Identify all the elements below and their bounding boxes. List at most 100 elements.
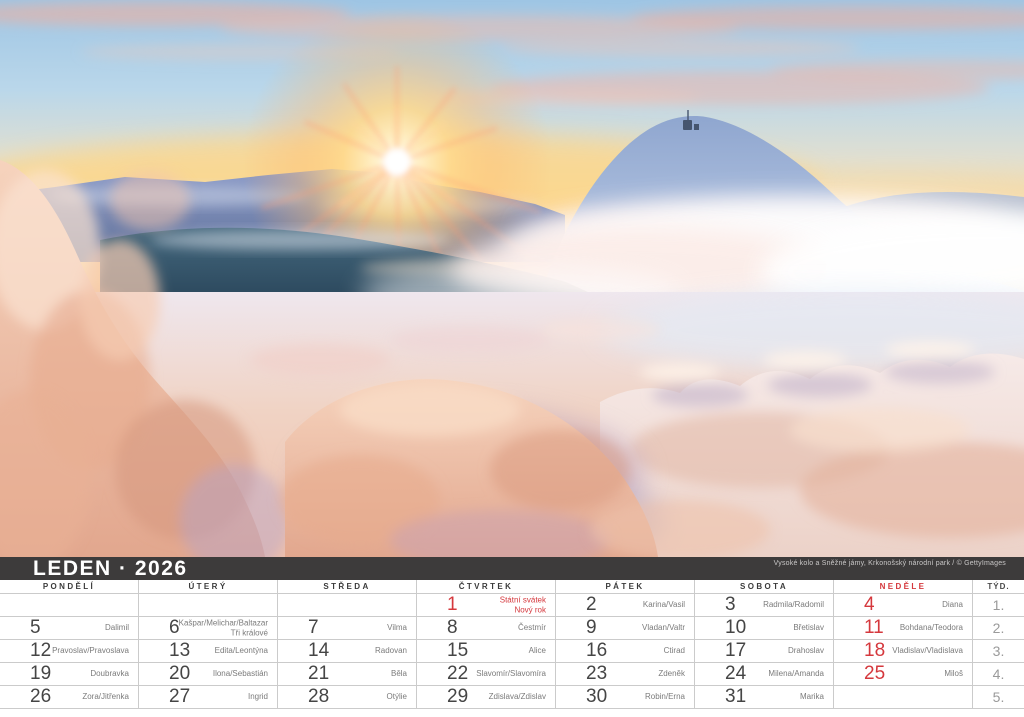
day-cell: 8 Čestmír bbox=[417, 617, 556, 639]
day-cell: 25 Miloš bbox=[834, 663, 973, 685]
day-number: 1 bbox=[447, 594, 458, 616]
name-day-label: Robin/Erna bbox=[645, 692, 685, 702]
day-header-wednesday: STŘEDA bbox=[278, 580, 417, 593]
day-cell: 16Ctirad bbox=[556, 640, 695, 662]
day-number: 13 bbox=[169, 640, 190, 662]
week-row: 26 Zora/Jitřenka 27 Ingrid 28 Otýlie 29 Zdislav… bbox=[0, 686, 1024, 709]
day-number: 27 bbox=[169, 686, 190, 708]
holiday-label: Státní svátekNový rok bbox=[500, 595, 546, 614]
week-number: 5. bbox=[973, 686, 1024, 708]
name-day-label: Doubravka bbox=[90, 669, 129, 679]
name-day-label: Kašpar/Melichar/BaltazarTři králové bbox=[179, 618, 268, 637]
day-cell: 2Karina/Vasil bbox=[556, 594, 695, 616]
day-cell: 1 Státní svátekNový rok bbox=[417, 594, 556, 616]
day-number: 20 bbox=[169, 663, 190, 685]
day-cell: 5Dalimil bbox=[0, 617, 139, 639]
name-day-label: Břetislav bbox=[793, 623, 824, 633]
day-number: 22 bbox=[447, 663, 468, 685]
week-number: 1. bbox=[973, 594, 1024, 616]
day-cell: 4Diana bbox=[834, 594, 973, 616]
day-cell: 9 Vladan/Valtr bbox=[556, 617, 695, 639]
day-cell: 18 Vladislav/Vladislava bbox=[834, 640, 973, 662]
name-day-label: Zdislava/Zdislav bbox=[489, 692, 546, 702]
week-column-header: TÝD. bbox=[973, 580, 1024, 593]
name-day-label: Edita/Leontýna bbox=[215, 646, 268, 656]
calendar-header-row: PONDĚLÍ ÚTERÝ STŘEDA ČTVRTEK PÁTEK SOBOT… bbox=[0, 580, 1024, 594]
day-number: 23 bbox=[586, 663, 607, 685]
week-row: 5Dalimil6Kašpar/Melichar/BaltazarTři krá… bbox=[0, 617, 1024, 640]
week-number: 3. bbox=[973, 640, 1024, 662]
name-day-label: Vladan/Valtr bbox=[642, 623, 685, 633]
photo-credit-label: Vysoké kolo a Sněžné jámy, Krkonošský ná… bbox=[774, 560, 1006, 567]
name-day-label: Milena/Amanda bbox=[768, 669, 824, 679]
day-cell: 13 Edita/Leontýna bbox=[139, 640, 278, 662]
day-cell: 28 Otýlie bbox=[278, 686, 417, 708]
name-day-label: Slavomír/Slavomíra bbox=[476, 669, 546, 679]
title-bar: LEDEN · 2026 Vysoké kolo a Sněžné jámy, … bbox=[0, 557, 1024, 580]
day-cell bbox=[834, 686, 973, 708]
day-cell: 30 Robin/Erna bbox=[556, 686, 695, 708]
week-number: 4. bbox=[973, 663, 1024, 685]
day-header-sunday: NEDĚLE bbox=[834, 580, 973, 593]
winter-landscape-image bbox=[0, 0, 1024, 557]
day-number: 24 bbox=[725, 663, 746, 685]
day-cell: 21 Běla bbox=[278, 663, 417, 685]
name-day-label: Diana bbox=[942, 600, 963, 610]
day-number: 12 bbox=[30, 640, 51, 662]
name-day-label: Karina/Vasil bbox=[643, 600, 685, 610]
day-number: 17 bbox=[725, 640, 746, 662]
day-number: 7 bbox=[308, 617, 319, 639]
calendar-grid: PONDĚLÍ ÚTERÝ STŘEDA ČTVRTEK PÁTEK SOBOT… bbox=[0, 580, 1024, 709]
day-number: 26 bbox=[30, 686, 51, 708]
landscape-photo bbox=[0, 0, 1024, 557]
day-cell: 19Doubravka bbox=[0, 663, 139, 685]
day-cell: 23 Zdeněk bbox=[556, 663, 695, 685]
name-day-label: Ingrid bbox=[248, 692, 268, 702]
day-cell: 24 Milena/Amanda bbox=[695, 663, 834, 685]
day-number: 25 bbox=[864, 663, 885, 685]
day-number: 8 bbox=[447, 617, 458, 639]
day-cell: 29 Zdislava/Zdislav bbox=[417, 686, 556, 708]
day-number: 16 bbox=[586, 640, 607, 662]
day-number: 3 bbox=[725, 594, 736, 616]
day-cell: 15Alice bbox=[417, 640, 556, 662]
name-day-label: Čestmír bbox=[518, 623, 546, 633]
day-header-friday: PÁTEK bbox=[556, 580, 695, 593]
calendar-body: 1 Státní svátekNový rok 2Karina/Vasil3Radm… bbox=[0, 594, 1024, 709]
week-row: 12Pravoslav/Pravoslava13Edita/Leontýna14… bbox=[0, 640, 1024, 663]
day-header-saturday: SOBOTA bbox=[695, 580, 834, 593]
name-day-label: Vladislav/Vladislava bbox=[892, 646, 963, 656]
day-cell: 6Kašpar/Melichar/BaltazarTři králové bbox=[139, 617, 278, 639]
name-day-label: Zora/Jitřenka bbox=[82, 692, 129, 702]
day-cell bbox=[139, 594, 278, 616]
day-number: 21 bbox=[308, 663, 329, 685]
day-number: 15 bbox=[447, 640, 468, 662]
week-row: 1 Státní svátekNový rok 2Karina/Vasil3Radm… bbox=[0, 594, 1024, 617]
day-number: 9 bbox=[586, 617, 597, 639]
name-day-label: Dalimil bbox=[105, 623, 129, 633]
day-cell: 31Marika bbox=[695, 686, 834, 708]
day-number: 10 bbox=[725, 617, 746, 639]
name-day-label: Ilona/Sebastián bbox=[213, 669, 268, 679]
name-day-label: Běla bbox=[391, 669, 407, 679]
day-cell: 3Radmila/Radomil bbox=[695, 594, 834, 616]
day-cell: 27 Ingrid bbox=[139, 686, 278, 708]
day-number: 11 bbox=[864, 617, 884, 639]
name-day-label: Drahoslav bbox=[788, 646, 824, 656]
day-number: 30 bbox=[586, 686, 607, 708]
name-day-label: Miloš bbox=[944, 669, 963, 679]
day-number: 28 bbox=[308, 686, 329, 708]
calendar-page: LEDEN · 2026 Vysoké kolo a Sněžné jámy, … bbox=[0, 0, 1024, 717]
name-day-label: Otýlie bbox=[387, 692, 407, 702]
day-number: 29 bbox=[447, 686, 468, 708]
name-day-label: Zdeněk bbox=[658, 669, 685, 679]
day-number: 14 bbox=[308, 640, 329, 662]
name-day-label: Marika bbox=[800, 692, 824, 702]
day-header-thursday: ČTVRTEK bbox=[417, 580, 556, 593]
name-day-label: Vilma bbox=[387, 623, 407, 633]
day-cell: 10 Břetislav bbox=[695, 617, 834, 639]
day-header-tuesday: ÚTERÝ bbox=[139, 580, 278, 593]
month-title: LEDEN · 2026 bbox=[33, 557, 188, 580]
day-cell: 26 Zora/Jitřenka bbox=[0, 686, 139, 708]
day-number: 18 bbox=[864, 640, 885, 662]
